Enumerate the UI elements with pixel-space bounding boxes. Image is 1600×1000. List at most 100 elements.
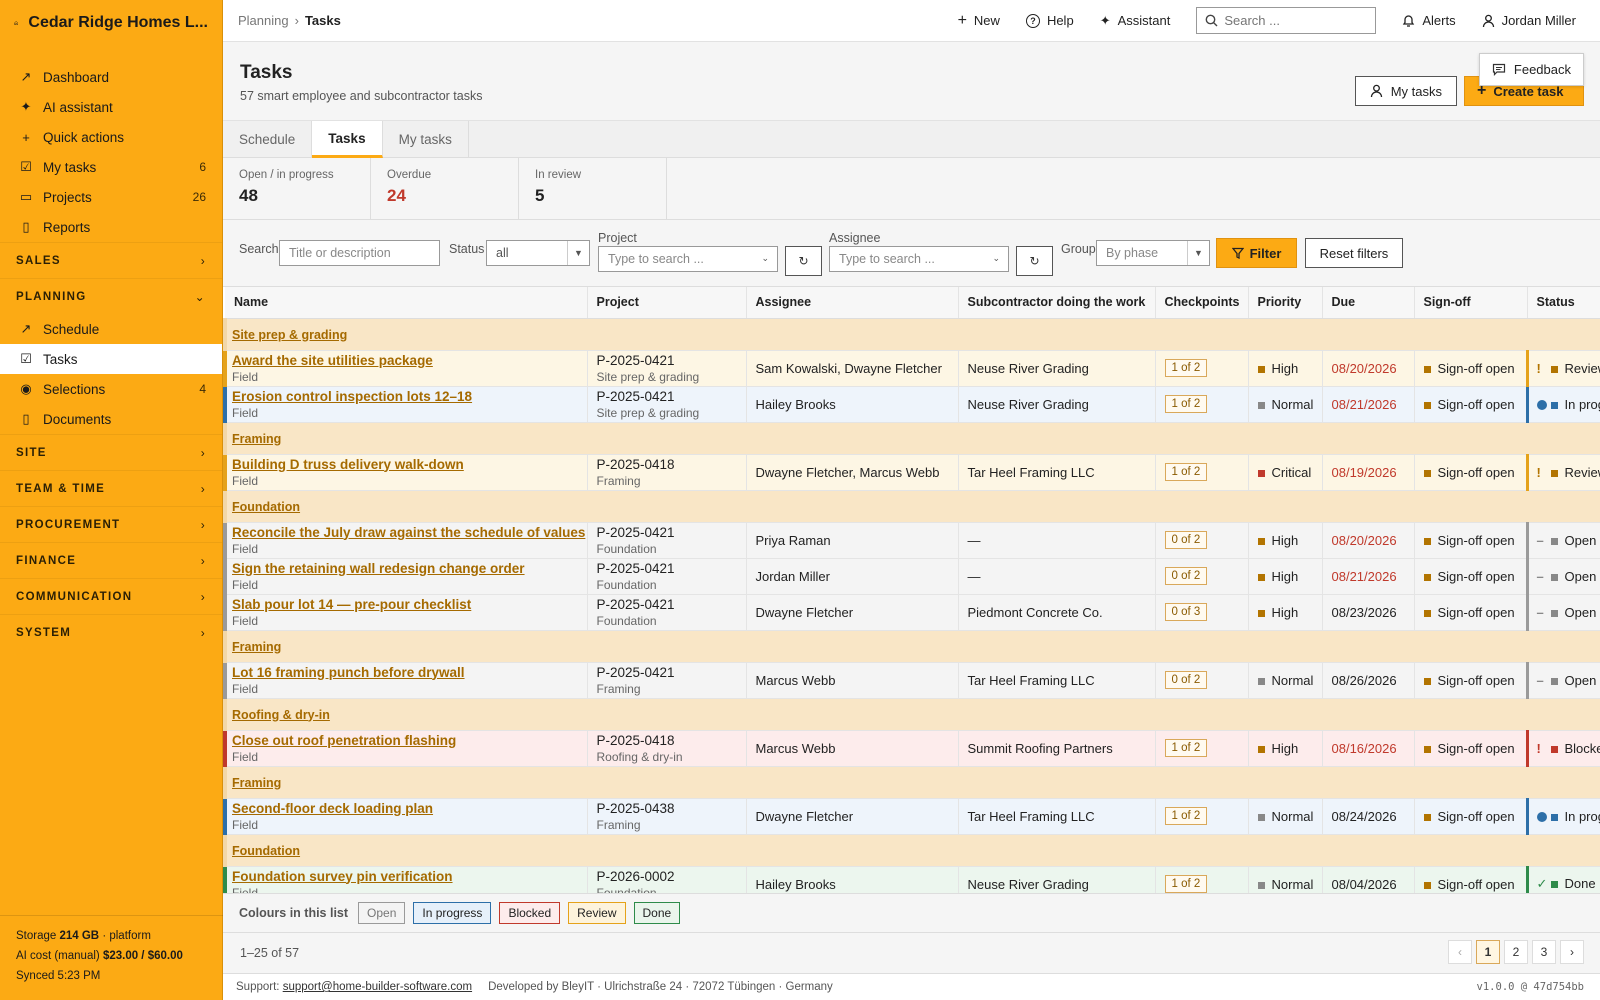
column-header-due[interactable]: Due <box>1322 287 1415 319</box>
sidebar-section-communication[interactable]: COMMUNICATION › <box>0 578 222 614</box>
task-name-cell: Lot 16 framing punch before drywall Field <box>223 662 588 699</box>
table-row[interactable]: Reconcile the July draw against the sche… <box>223 522 1600 559</box>
group-link[interactable]: Framing <box>232 432 281 446</box>
priority-square-icon <box>1257 609 1265 617</box>
sidebar-section-site[interactable]: SITE › <box>0 434 222 470</box>
sidebar-section-sales[interactable]: SALES › <box>0 242 222 278</box>
group-link[interactable]: Foundation <box>232 500 300 514</box>
sidebar-item-reports[interactable]: ▯ Reports <box>0 212 222 242</box>
sidebar-item-dashboard[interactable]: ↗ Dashboard <box>0 62 222 92</box>
project-filter-input[interactable]: Type to search ... ⌄ <box>598 246 778 272</box>
checkpoints-badge[interactable]: 1 of 2 <box>1164 739 1208 757</box>
search-filter-input[interactable]: Title or description <box>279 240 440 266</box>
support-email-link[interactable]: support@home-builder-software.com <box>283 981 472 993</box>
task-table-container[interactable]: Name Project Assignee Subcontractor doing t… <box>223 287 1600 893</box>
checkpoints-badge[interactable]: 1 of 2 <box>1164 807 1208 825</box>
user-menu[interactable]: Jordan Miller <box>1482 13 1576 28</box>
sparkle-icon: ✦ <box>1099 12 1111 28</box>
table-row[interactable]: Foundation survey pin verification Field P… <box>223 866 1600 893</box>
task-title-link[interactable]: Close out roof penetration flashing <box>232 732 578 749</box>
breadcrumb-parent[interactable]: Planning <box>238 13 289 28</box>
task-title-link[interactable]: Lot 16 framing punch before drywall <box>232 664 578 681</box>
help-button[interactable]: ? Help <box>1025 13 1074 28</box>
group-link[interactable]: Foundation <box>232 844 300 858</box>
table-row[interactable]: Second-floor deck loading plan Field P-202… <box>223 798 1600 835</box>
table-row[interactable]: Building D truss delivery walk-down Field… <box>223 454 1600 491</box>
project-refresh-button[interactable]: ↻ <box>785 246 822 276</box>
task-title-link[interactable]: Sign the retaining wall redesign change … <box>232 560 578 577</box>
checkpoints-badge[interactable]: 0 of 2 <box>1164 567 1208 585</box>
assignee-refresh-button[interactable]: ↻ <box>1016 246 1053 276</box>
task-title-link[interactable]: Second-floor deck loading plan <box>232 800 578 817</box>
group-link[interactable]: Site prep & grading <box>232 328 347 342</box>
reset-filters-button[interactable]: Reset filters <box>1305 238 1403 268</box>
column-header-assignee[interactable]: Assignee <box>746 287 959 319</box>
column-header-name[interactable]: Name <box>225 287 588 319</box>
tab-my-tasks[interactable]: My tasks <box>383 121 469 158</box>
sidebar-section-team-time[interactable]: TEAM & TIME › <box>0 470 222 506</box>
global-search[interactable] <box>1196 7 1377 34</box>
project-phase: Foundation <box>596 577 657 592</box>
checkpoints-badge[interactable]: 0 of 3 <box>1164 603 1208 621</box>
sidebar-item-schedule[interactable]: ↗ Schedule <box>0 314 222 344</box>
table-row[interactable]: Erosion control inspection lots 12–18 Fie… <box>223 386 1600 423</box>
group-link[interactable]: Roofing & dry-in <box>232 708 330 722</box>
sidebar-section-finance[interactable]: FINANCE › <box>0 542 222 578</box>
pagination-page-1[interactable]: 1 <box>1476 940 1500 964</box>
checkpoints-badge[interactable]: 0 of 2 <box>1164 671 1208 689</box>
status-filter-select[interactable]: all ▼ <box>486 240 590 266</box>
column-header-subcontractor-doing-the-work[interactable]: Subcontractor doing the work <box>958 287 1156 319</box>
brand[interactable]: Cedar Ridge Homes L... <box>0 0 222 46</box>
pagination-page-2[interactable]: 2 <box>1504 940 1528 964</box>
table-row[interactable]: Sign the retaining wall redesign change … <box>223 558 1600 595</box>
table-row[interactable]: Lot 16 framing punch before drywall Field… <box>223 662 1600 699</box>
assistant-button[interactable]: ✦ Assistant <box>1100 13 1171 29</box>
task-title-link[interactable]: Erosion control inspection lots 12–18 <box>232 388 578 405</box>
column-header-project[interactable]: Project <box>587 287 747 319</box>
group-link[interactable]: Framing <box>232 640 281 654</box>
sidebar-item-projects[interactable]: ▭ Projects 26 <box>0 182 222 212</box>
task-title-link[interactable]: Reconcile the July draw against the sche… <box>232 524 585 541</box>
task-title-link[interactable]: Building D truss delivery walk-down <box>232 456 578 473</box>
checkpoints-badge[interactable]: 1 of 2 <box>1164 875 1208 893</box>
checkpoints-badge[interactable]: 0 of 2 <box>1164 531 1208 549</box>
tab-tasks[interactable]: Tasks <box>312 121 383 158</box>
sidebar-item-ai-assistant[interactable]: ✦ AI assistant <box>0 92 222 122</box>
task-title-link[interactable]: Foundation survey pin verification <box>232 868 578 885</box>
sidebar-section-planning[interactable]: PLANNING ⌄ <box>0 278 222 314</box>
sidebar-item-quick-actions[interactable]: + Quick actions <box>0 122 222 152</box>
checkpoints-badge[interactable]: 1 of 2 <box>1164 359 1208 377</box>
task-title-link[interactable]: Award the site utilities package <box>232 352 578 369</box>
task-title-link[interactable]: Slab pour lot 14 — pre-pour checklist <box>232 596 578 613</box>
checkpoints-badge[interactable]: 1 of 2 <box>1164 395 1208 413</box>
feedback-button[interactable]: Feedback <box>1478 53 1584 86</box>
sidebar-section-system[interactable]: SYSTEM › <box>0 614 222 650</box>
pagination-next-button[interactable]: › <box>1560 940 1584 964</box>
pagination-page-3[interactable]: 3 <box>1532 940 1556 964</box>
alerts-button[interactable]: Alerts <box>1402 13 1456 28</box>
group-link[interactable]: Framing <box>232 776 281 790</box>
sidebar-section-procurement[interactable]: PROCUREMENT › <box>0 506 222 542</box>
signoff-label: Sign-off open <box>1437 740 1515 756</box>
status-square-icon <box>1550 401 1558 409</box>
pagination-prev-button[interactable]: ‹ <box>1448 940 1472 964</box>
column-header-status[interactable]: Status <box>1527 287 1600 319</box>
sidebar-item-my-tasks[interactable]: ☑ My tasks 6 <box>0 152 222 182</box>
table-row[interactable]: Slab pour lot 14 — pre-pour checklist Fie… <box>223 594 1600 631</box>
my-tasks-button[interactable]: My tasks <box>1354 76 1457 106</box>
sidebar-item-tasks[interactable]: ☑ Tasks <box>0 344 222 374</box>
group-select[interactable]: By phase ▼ <box>1096 240 1210 266</box>
table-row[interactable]: Award the site utilities package Field P-2… <box>223 350 1600 387</box>
tab-schedule[interactable]: Schedule <box>223 121 313 158</box>
assignee-filter-input[interactable]: Type to search ... ⌄ <box>829 246 1009 272</box>
column-header-sign-off[interactable]: Sign-off <box>1414 287 1528 319</box>
new-button[interactable]: + New <box>958 12 1000 30</box>
column-header-priority[interactable]: Priority <box>1248 287 1323 319</box>
sidebar-item-documents[interactable]: ▯ Documents <box>0 404 222 434</box>
filter-button[interactable]: Filter <box>1216 238 1297 268</box>
sidebar-item-selections[interactable]: ◉ Selections 4 <box>0 374 222 404</box>
global-search-input[interactable] <box>1224 13 1365 28</box>
column-header-checkpoints[interactable]: Checkpoints <box>1155 287 1249 319</box>
checkpoints-badge[interactable]: 1 of 2 <box>1164 463 1208 481</box>
table-row[interactable]: Close out roof penetration flashing Field… <box>223 730 1600 767</box>
